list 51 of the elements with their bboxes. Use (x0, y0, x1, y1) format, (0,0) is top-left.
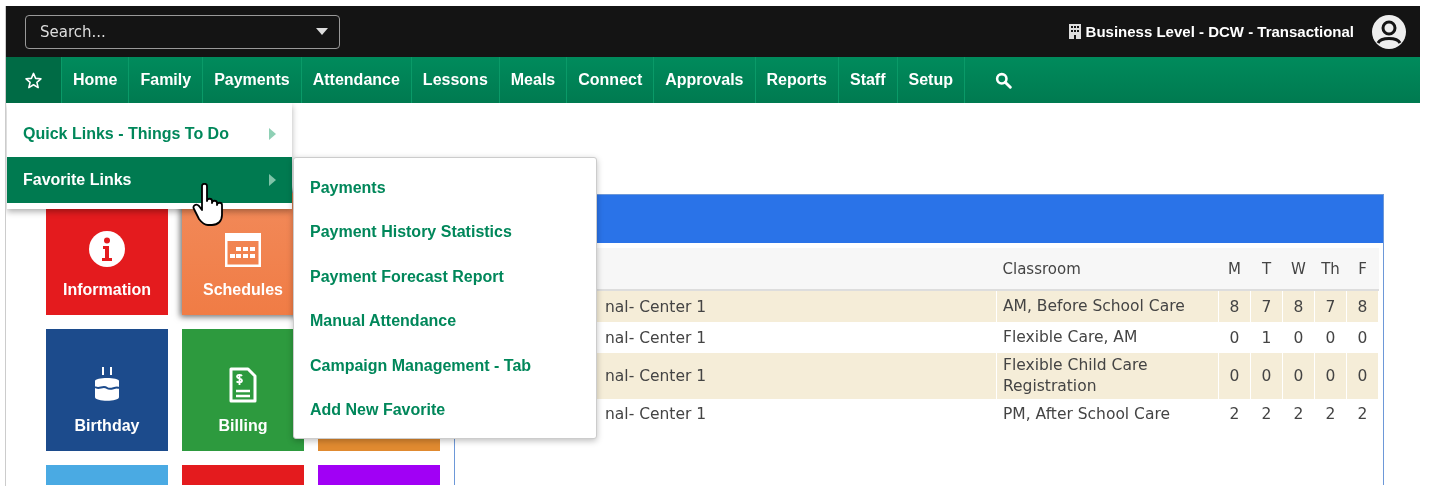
table-cell: 2 (1282, 398, 1315, 430)
favorites-star-button[interactable] (6, 57, 62, 103)
menu-item-label: Favorite Links (23, 171, 132, 189)
tile-label: Schedules (203, 281, 283, 299)
tile-label: Information (63, 281, 151, 299)
table-cell: AM, Before School Care (996, 290, 1219, 322)
user-avatar-icon[interactable] (1372, 14, 1406, 49)
table-cell: 2 (1218, 398, 1251, 430)
menu-item[interactable]: Favorite Links (7, 157, 292, 203)
table-cell: 0 (1218, 353, 1251, 399)
table-cell: PM, After School Care (996, 398, 1219, 430)
table-cell: 2 (1314, 398, 1347, 430)
search-field[interactable]: Search... (25, 15, 340, 49)
table-cell: 0 (1314, 353, 1347, 399)
nav-menu-item[interactable]: Connect (567, 57, 655, 103)
search-icon (994, 71, 1012, 89)
dashboard-tile[interactable]: Birthday (46, 329, 168, 451)
table-cell: 0 (1250, 353, 1283, 399)
table-cell: 2 (1346, 398, 1379, 430)
column-header: F (1346, 248, 1379, 290)
info-icon (89, 231, 125, 267)
tile-label: Billing (218, 417, 268, 435)
nav-menu-item[interactable]: Setup (897, 57, 965, 103)
column-header: W (1282, 248, 1315, 290)
column-header: T (1250, 248, 1283, 290)
table-cell: 2 (1250, 398, 1283, 430)
menu-item[interactable]: Quick Links - Things To Do (7, 111, 292, 157)
cake-icon (94, 367, 120, 403)
star-icon (25, 71, 42, 89)
nav-menu-item[interactable]: Reports (755, 57, 839, 103)
menu-item-label: Quick Links - Things To Do (23, 125, 229, 143)
table-cell: Flexible Child Care Registration (996, 353, 1219, 399)
submenu-arrow-icon (269, 128, 276, 140)
dashboard-tile[interactable]: Billing (182, 329, 304, 451)
nav-menu-item[interactable]: Staff (838, 57, 898, 103)
column-header: Classroom (996, 248, 1219, 290)
nav-menu-item[interactable]: Meals (499, 57, 568, 103)
calendar-icon (225, 233, 261, 267)
column-header: M (1218, 248, 1251, 290)
submenu-arrow-icon (269, 174, 276, 186)
table-cell: 0 (1282, 353, 1315, 399)
table-cell: 0 (1346, 353, 1379, 399)
building-icon (1068, 24, 1081, 39)
caret-icon (316, 28, 328, 35)
nav-menu-item[interactable]: Approvals (654, 57, 756, 103)
invoice-icon (229, 367, 257, 403)
nav-menu-item[interactable]: Attendance (301, 57, 412, 103)
business-level-label[interactable]: Business Level - DCW - Transactional (1085, 23, 1354, 40)
nav-menu-item[interactable]: Lessons (411, 57, 500, 103)
column-header: Th (1314, 248, 1347, 290)
tile-label: Birthday (74, 417, 140, 435)
